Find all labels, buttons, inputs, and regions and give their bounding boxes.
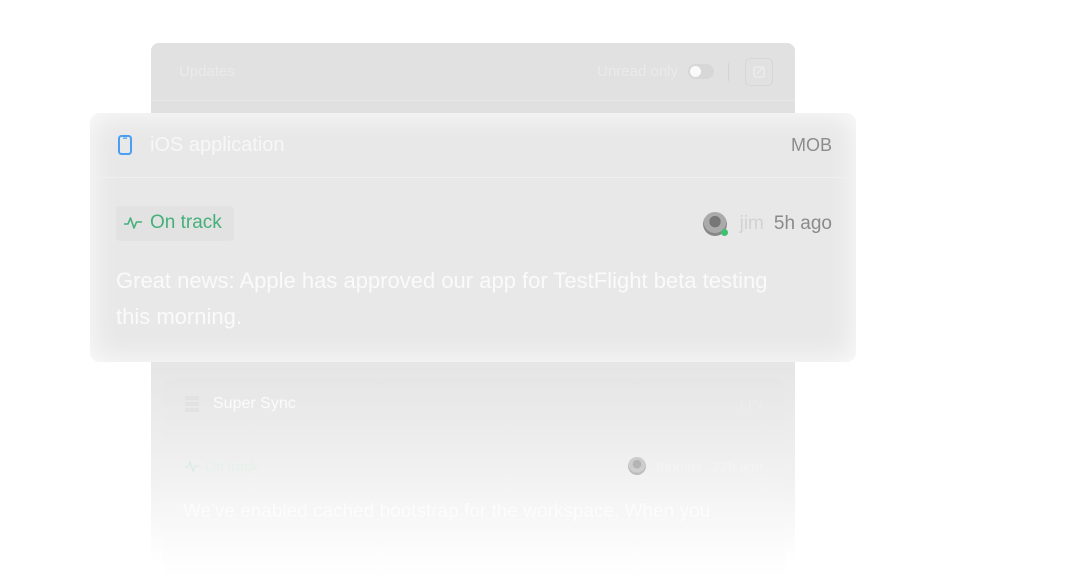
project-code: MOB — [790, 134, 832, 155]
pulse-icon — [185, 460, 199, 472]
timestamp: 22h ago — [712, 458, 763, 474]
status-badge: On track — [116, 206, 234, 241]
update-card-ios-application[interactable]: iOS application MOB On track jim 5h ago … — [90, 113, 856, 362]
compose-button[interactable] — [745, 57, 773, 86]
pulse-icon — [124, 217, 142, 229]
avatar[interactable] — [702, 211, 728, 236]
author-name[interactable]: tuomas — [656, 458, 702, 474]
database-icon — [185, 396, 199, 412]
update-card-super-sync[interactable]: Super Sync LIN On track tuomas 22h ago W… — [163, 378, 785, 578]
status-badge: On track — [185, 458, 628, 474]
avatar[interactable] — [628, 457, 647, 475]
edit-square-icon — [752, 66, 765, 78]
mobile-phone-icon — [118, 135, 132, 155]
update-body: Great news: Apple has approved our app f… — [116, 268, 768, 329]
author-name[interactable]: jim — [740, 213, 764, 235]
status-label: On track — [205, 458, 258, 474]
card-header: Super Sync LIN — [163, 378, 785, 431]
unread-only-toggle[interactable] — [688, 64, 714, 79]
update-body: We've enabled cached bootstrap for the w… — [183, 501, 711, 522]
unread-only-label: Unread only — [597, 63, 678, 80]
timestamp: 5h ago — [773, 212, 832, 234]
divider — [728, 62, 729, 81]
status-label: On track — [150, 212, 222, 233]
project-code: LIN — [739, 395, 763, 413]
updates-header: Updates Unread only — [151, 43, 795, 101]
project-name[interactable]: Super Sync — [213, 395, 740, 413]
online-indicator — [720, 228, 728, 236]
card-header: iOS application MOB — [90, 113, 856, 178]
updates-title: Updates — [179, 63, 235, 80]
project-name[interactable]: iOS application — [150, 134, 791, 157]
